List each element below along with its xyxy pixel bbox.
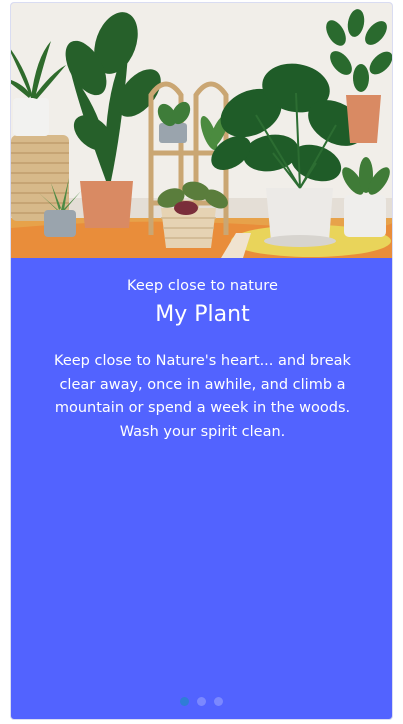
onboarding-content: Keep close to nature My Plant Keep close… xyxy=(11,258,392,719)
page-dot[interactable] xyxy=(197,697,206,706)
page-dot[interactable] xyxy=(180,697,189,706)
page-dot[interactable] xyxy=(214,697,223,706)
onboarding-subtitle: Keep close to nature xyxy=(126,278,279,294)
onboarding-title: My Plant xyxy=(155,302,250,327)
onboarding-card: Keep close to nature My Plant Keep close… xyxy=(10,2,393,720)
onboarding-description: Keep close to Nature's heart... and brea… xyxy=(54,353,351,440)
plants-hero-image xyxy=(11,3,392,258)
page-indicator[interactable] xyxy=(11,697,392,706)
